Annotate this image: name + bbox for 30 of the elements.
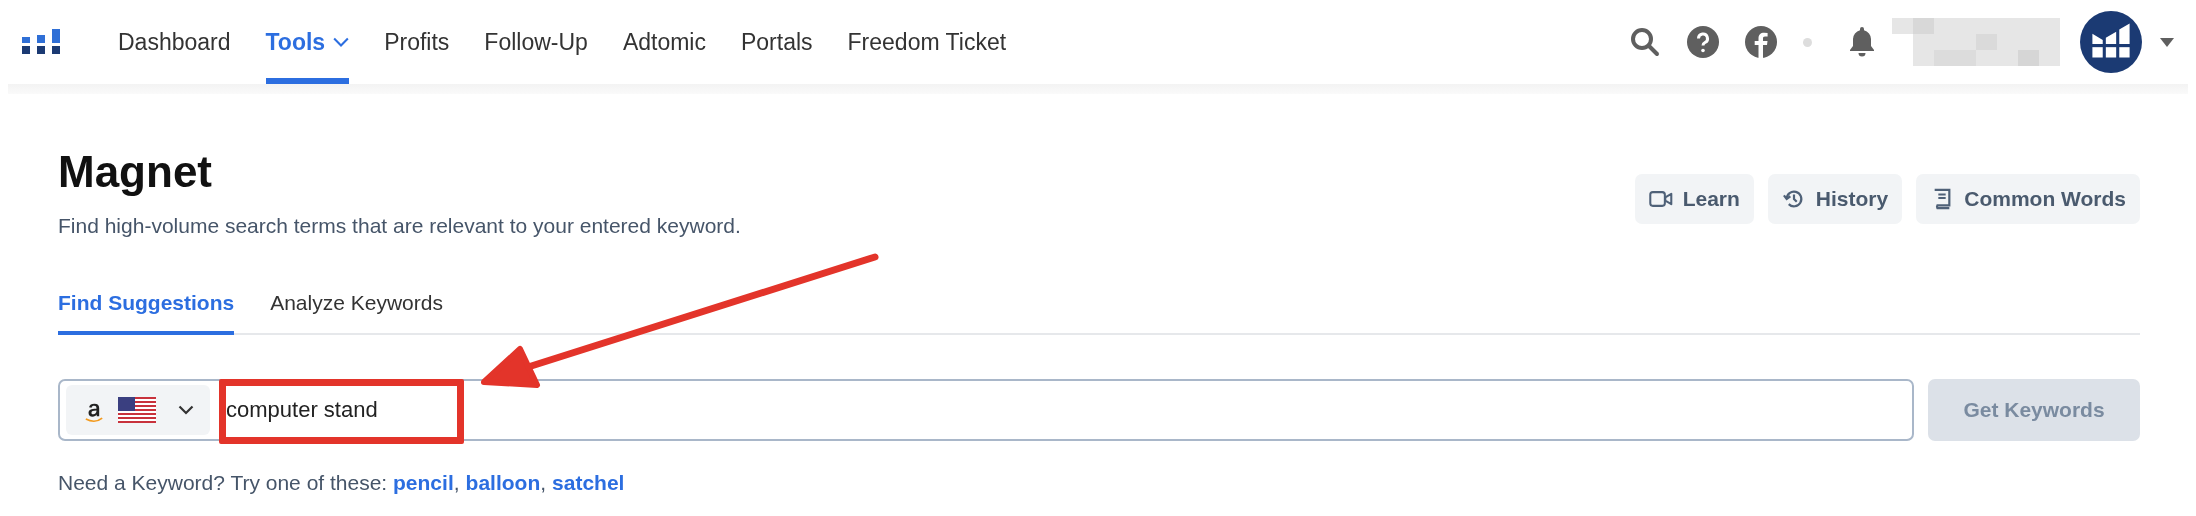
suggestion-link[interactable]: balloon bbox=[465, 471, 541, 494]
logo-icon[interactable] bbox=[22, 29, 60, 55]
nav-item[interactable]: Follow-Up bbox=[484, 0, 588, 84]
search-icon[interactable] bbox=[1629, 26, 1661, 58]
chevron-icon bbox=[178, 405, 194, 415]
nav-item[interactable]: Profits bbox=[384, 0, 450, 84]
action-button[interactable]: Learn bbox=[1634, 174, 1754, 224]
suggestion-link[interactable]: pencil bbox=[393, 471, 454, 494]
status-dot bbox=[1803, 37, 1812, 47]
nav-item[interactable]: Freedom Ticket bbox=[847, 0, 1007, 84]
tab[interactable]: Analyze Keywords bbox=[270, 285, 443, 335]
page-title: Magnet bbox=[58, 146, 213, 198]
nav-item[interactable]: Portals bbox=[740, 0, 813, 84]
keyword-input[interactable]: computer stand bbox=[210, 396, 1906, 424]
tab[interactable]: Find Suggestions bbox=[58, 285, 235, 335]
nav-item[interactable]: Dashboard bbox=[118, 0, 231, 84]
page-subtitle: Find high-volume search terms that are relevant to your entered keyword. bbox=[58, 214, 741, 238]
us-flag-icon bbox=[118, 397, 156, 423]
action-button[interactable]: History bbox=[1767, 174, 1903, 224]
video-camera-icon bbox=[1648, 188, 1673, 210]
caret-icon[interactable] bbox=[2160, 37, 2174, 47]
suggestion-link[interactable]: satchel bbox=[552, 471, 625, 494]
marketplace-dropdown[interactable] bbox=[66, 385, 210, 435]
action-button[interactable]: Common Words bbox=[1916, 174, 2140, 224]
avatar-icon[interactable] bbox=[2080, 11, 2142, 73]
keyword-search-field[interactable]: computer stand bbox=[58, 379, 1914, 441]
facebook-icon[interactable] bbox=[1745, 26, 1777, 58]
keyword-hint: Need a Keyword? Try one of these: pencil, balloon, satchel bbox=[58, 471, 626, 495]
help-icon[interactable] bbox=[1687, 26, 1719, 58]
nav-item[interactable]: Adtomic bbox=[622, 0, 706, 84]
